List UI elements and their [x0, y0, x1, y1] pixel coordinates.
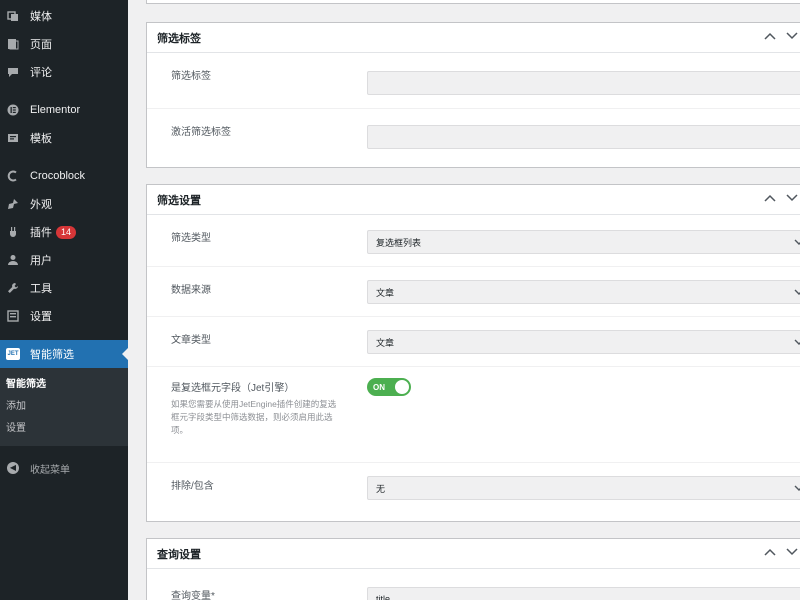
appearance-icon: [6, 197, 20, 211]
settings-icon: [6, 309, 20, 323]
sidebar-item-label: Elementor: [30, 104, 81, 116]
chevron-down-icon[interactable]: [785, 191, 799, 205]
select-value: 文章: [376, 287, 395, 298]
comments-icon: [6, 65, 20, 79]
sidebar-item-media[interactable]: 媒体: [0, 2, 128, 30]
active-filter-label-input[interactable]: [367, 125, 800, 149]
toggle-knob: [395, 380, 409, 394]
field-label: 查询变量*: [171, 591, 215, 600]
sidebar-item-elementor[interactable]: Elementor: [0, 96, 128, 124]
sidebar-item-label: 媒体: [30, 11, 52, 23]
form-row: 文章类型 文章: [147, 317, 800, 367]
main-content: 筛选标签 筛选标签 激活筛选标签 筛选设置 筛选类型 复选框列表 数据来源 文章…: [128, 0, 800, 600]
chevron-up-icon[interactable]: [763, 29, 777, 43]
panel-header: 查询设置: [147, 539, 800, 569]
exclude-include-select[interactable]: 无: [367, 476, 800, 500]
field-label: 筛选标签: [171, 71, 211, 82]
field-label: 是复选框元字段（Jet引擎）: [171, 383, 295, 394]
chevron-down-icon[interactable]: [785, 29, 799, 43]
field-label: 激活筛选标签: [171, 127, 231, 138]
sidebar-item-templates[interactable]: 模板: [0, 124, 128, 152]
previous-panel-edge: [146, 0, 800, 4]
collapse-menu-label: 收起菜单: [30, 464, 70, 476]
wrench-icon: [6, 281, 20, 295]
field-label: 文章类型: [171, 335, 211, 346]
submenu-item-add[interactable]: 添加: [0, 396, 128, 418]
pages-icon: [6, 37, 20, 51]
form-row: 筛选标签: [147, 53, 800, 109]
form-row: 激活筛选标签: [147, 109, 800, 167]
form-row: 筛选类型 复选框列表: [147, 215, 800, 267]
field-help-text: 如果您需要从使用JetEngine插件创建的复选框元字段类型中筛选数据，则必须启…: [171, 399, 337, 435]
chevron-down-icon[interactable]: [785, 545, 799, 559]
sidebar-item-label: 插件: [30, 227, 52, 239]
chevron-down-icon: [794, 235, 800, 251]
query-variable-input[interactable]: title: [367, 587, 800, 600]
collapse-icon: ◀: [6, 461, 20, 475]
users-icon: [6, 253, 20, 267]
sidebar-item-tools[interactable]: 工具: [0, 274, 128, 302]
filter-type-select[interactable]: 复选框列表: [367, 230, 800, 254]
sidebar-item-users[interactable]: 用户: [0, 246, 128, 274]
sidebar-item-label: 模板: [30, 133, 52, 145]
sidebar-item-crocoblock[interactable]: Crocoblock: [0, 162, 128, 190]
media-icon: [6, 9, 20, 23]
elementor-icon: [6, 103, 20, 117]
sidebar-item-label: 工具: [30, 283, 52, 295]
filter-settings-panel: 筛选设置 筛选类型 复选框列表 数据来源 文章 文章类型 文章 是复选框元字段（…: [146, 184, 800, 522]
sidebar-item-plugins[interactable]: 插件 14: [0, 218, 128, 246]
select-value: 复选框列表: [376, 237, 422, 248]
panel-header: 筛选设置: [147, 185, 800, 215]
crocoblock-icon: [6, 169, 20, 183]
jet-logo-icon: JET: [6, 347, 20, 361]
data-source-select[interactable]: 文章: [367, 280, 800, 304]
form-row: 是复选框元字段（Jet引擎） 如果您需要从使用JetEngine插件创建的复选框…: [147, 367, 800, 463]
sidebar-item-label: 外观: [30, 199, 52, 211]
sidebar-item-label: 设置: [30, 311, 52, 323]
sidebar-item-label: Crocoblock: [30, 170, 86, 182]
sidebar-item-label: 页面: [30, 39, 52, 51]
field-label: 数据来源: [171, 285, 211, 296]
sidebar-item-label: 用户: [30, 255, 52, 267]
update-count-badge: 14: [56, 225, 77, 239]
chevron-down-icon: [794, 285, 800, 301]
panel-title: 筛选设置: [157, 194, 201, 207]
submenu: 智能筛选 添加 设置: [0, 368, 128, 446]
select-value: 无: [376, 483, 386, 494]
form-row: 数据来源 文章: [147, 267, 800, 317]
plugins-icon: [6, 225, 20, 239]
sidebar-item-settings[interactable]: 设置: [0, 302, 128, 330]
submenu-item-settings[interactable]: 设置: [0, 418, 128, 440]
form-row: 排除/包含 无: [147, 463, 800, 521]
sidebar-item-smart-filters[interactable]: JET 智能筛选: [0, 340, 128, 368]
post-type-select[interactable]: 文章: [367, 330, 800, 354]
chevron-down-icon: [794, 335, 800, 351]
collapse-menu-button[interactable]: ◀ 收起菜单: [0, 454, 128, 482]
sidebar-item-label: 智能筛选: [30, 349, 74, 361]
filter-label-input[interactable]: [367, 71, 800, 95]
sidebar-item-comments[interactable]: 评论: [0, 58, 128, 86]
templates-icon: [6, 131, 20, 145]
panel-header: 筛选标签: [147, 23, 800, 53]
select-value: 文章: [376, 337, 395, 348]
admin-sidebar: 媒体 页面 评论 Elementor 模板 Crocoblock 外观 插件 1…: [0, 0, 128, 600]
field-label: 排除/包含: [171, 481, 214, 492]
query-settings-panel: 查询设置 查询变量* title: [146, 538, 800, 600]
chevron-up-icon[interactable]: [763, 191, 777, 205]
chevron-down-icon: [794, 481, 800, 497]
submenu-item-smart-filters[interactable]: 智能筛选: [0, 374, 128, 396]
labels-panel: 筛选标签 筛选标签 激活筛选标签: [146, 22, 800, 168]
toggle-state-label: ON: [373, 382, 385, 392]
form-row: 查询变量* title: [147, 569, 800, 600]
chevron-up-icon[interactable]: [763, 545, 777, 559]
sidebar-item-appearance[interactable]: 外观: [0, 190, 128, 218]
sidebar-item-pages[interactable]: 页面: [0, 30, 128, 58]
input-value: title: [376, 594, 391, 600]
panel-title: 筛选标签: [157, 32, 201, 45]
sidebar-item-label: 评论: [30, 67, 52, 79]
field-label: 筛选类型: [171, 233, 211, 244]
panel-title: 查询设置: [157, 548, 201, 561]
is-checkbox-meta-toggle[interactable]: ON: [367, 378, 411, 396]
